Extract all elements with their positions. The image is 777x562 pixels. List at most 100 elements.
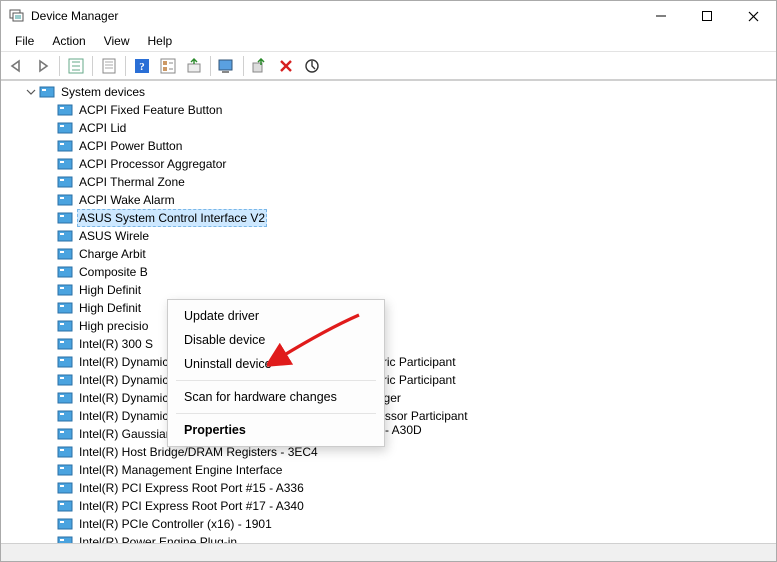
expand-collapse-icon[interactable]: [25, 86, 37, 98]
tree-device-label: Intel(R) PCI Express Root Port #17 - A34…: [77, 497, 306, 515]
truncated-row-suffix: - A30D: [385, 423, 422, 437]
device-icon: [57, 174, 73, 190]
context-menu: Update driver Disable device Uninstall d…: [167, 299, 385, 447]
tree-device-item[interactable]: Intel(R) Host Bridge/DRAM Registers - 3E…: [45, 443, 776, 461]
device-icon: [57, 300, 73, 316]
category-icon: [39, 84, 55, 100]
tree-device-label: High precisio: [77, 317, 150, 335]
tree-device-item[interactable]: Charge Arbit: [45, 245, 776, 263]
tree-device-item[interactable]: ASUS Wirele: [45, 227, 776, 245]
tree-device-label: Intel(R) 300 S: [77, 335, 155, 353]
show-hide-tree-button[interactable]: [64, 54, 88, 78]
tree-device-item[interactable]: ACPI Processor Aggregator: [45, 155, 776, 173]
forward-button[interactable]: [31, 54, 55, 78]
disable-device-button[interactable]: [300, 54, 324, 78]
device-list-button[interactable]: [156, 54, 180, 78]
tree-device-item[interactable]: Intel(R) Power Engine Plug-in: [45, 533, 776, 543]
tree-device-item[interactable]: ACPI Lid: [45, 119, 776, 137]
device-icon: [57, 120, 73, 136]
tree-device-label: Charge Arbit: [77, 245, 148, 263]
maximize-button[interactable]: [684, 1, 730, 31]
enable-device-button[interactable]: [248, 54, 272, 78]
tree-device-label: ACPI Lid: [77, 119, 128, 137]
app-icon: [9, 8, 25, 24]
statusbar: [1, 543, 776, 561]
ctx-properties[interactable]: Properties: [168, 418, 384, 442]
device-icon: [57, 156, 73, 172]
menubar: File Action View Help: [1, 31, 776, 51]
tree-device-item[interactable]: Intel(R) Management Engine Interface: [45, 461, 776, 479]
help-button[interactable]: ?: [130, 54, 154, 78]
device-icon: [57, 138, 73, 154]
device-icon: [57, 480, 73, 496]
uninstall-device-button[interactable]: [274, 54, 298, 78]
titlebar: Device Manager: [1, 1, 776, 31]
tree-device-item[interactable]: ACPI Fixed Feature Button: [45, 101, 776, 119]
ctx-uninstall-device[interactable]: Uninstall device: [168, 352, 384, 376]
tree-device-item[interactable]: Intel(R) 300 S: [45, 335, 776, 353]
window-title: Device Manager: [31, 9, 638, 23]
tree-device-item[interactable]: Intel(R) Dynamic Platform and Thermal Fr…: [45, 389, 776, 407]
menu-action[interactable]: Action: [44, 33, 93, 49]
tree-device-item[interactable]: ACPI Thermal Zone: [45, 173, 776, 191]
menu-view[interactable]: View: [96, 33, 138, 49]
back-button[interactable]: [5, 54, 29, 78]
tree-category-label: System devices: [59, 83, 147, 101]
ctx-update-driver[interactable]: Update driver: [168, 304, 384, 328]
update-driver-button[interactable]: [182, 54, 206, 78]
device-icon: [57, 426, 73, 442]
ctx-scan-hardware[interactable]: Scan for hardware changes: [168, 385, 384, 409]
properties-sheet-button[interactable]: [97, 54, 121, 78]
tree-device-item[interactable]: Intel(R) PCI Express Root Port #15 - A33…: [45, 479, 776, 497]
tree-device-label: Intel(R) Management Engine Interface: [77, 461, 284, 479]
menu-file[interactable]: File: [7, 33, 42, 49]
tree-device-item[interactable]: Composite B: [45, 263, 776, 281]
tree-device-label: Composite B: [77, 263, 150, 281]
tree-device-label: High Definit: [77, 299, 143, 317]
device-icon: [57, 372, 73, 388]
device-icon: [57, 228, 73, 244]
tree-scroll[interactable]: System devices ACPI Fixed Feature Button…: [1, 81, 776, 543]
tree-category-system-devices[interactable]: System devices: [25, 83, 776, 101]
tree-device-item[interactable]: ACPI Power Button: [45, 137, 776, 155]
tree-device-item[interactable]: ACPI Wake Alarm: [45, 191, 776, 209]
ctx-disable-device[interactable]: Disable device: [168, 328, 384, 352]
ctx-separator: [176, 380, 376, 381]
tree-device-label: Intel(R) PCIe Controller (x16) - 1901: [77, 515, 274, 533]
tree-device-label: ACPI Thermal Zone: [77, 173, 187, 191]
tree-device-label: Intel(R) PCI Express Root Port #15 - A33…: [77, 479, 306, 497]
ctx-separator: [176, 413, 376, 414]
scan-hardware-button[interactable]: [215, 54, 239, 78]
menu-help[interactable]: Help: [140, 33, 181, 49]
window-controls: [638, 1, 776, 31]
tree-device-item[interactable]: Intel(R) PCI Express Root Port #17 - A34…: [45, 497, 776, 515]
minimize-button[interactable]: [638, 1, 684, 31]
tree-device-label: ACPI Wake Alarm: [77, 191, 177, 209]
device-icon: [57, 210, 73, 226]
device-icon: [57, 534, 73, 543]
tree-panel: System devices ACPI Fixed Feature Button…: [1, 80, 776, 543]
device-icon: [57, 516, 73, 532]
tree-device-item[interactable]: Intel(R) PCIe Controller (x16) - 1901: [45, 515, 776, 533]
tree-device-label: ASUS Wirele: [77, 227, 151, 245]
toolbar: ?: [1, 52, 776, 80]
tree-device-item[interactable]: Intel(R) Dynamic Platform and Thermal Fr…: [45, 353, 776, 371]
close-button[interactable]: [730, 1, 776, 31]
device-icon: [57, 192, 73, 208]
tree-device-item[interactable]: High Definit: [45, 299, 776, 317]
device-icon: [57, 336, 73, 352]
tree-device-item[interactable]: High Definit: [45, 281, 776, 299]
tree-device-label: ACPI Fixed Feature Button: [77, 101, 224, 119]
device-icon: [57, 390, 73, 406]
svg-text:?: ?: [139, 61, 145, 73]
tree-device-item[interactable]: Intel(R) Dynamic Platform and Thermal Fr…: [45, 371, 776, 389]
device-icon: [57, 498, 73, 514]
tree-device-item[interactable]: ASUS System Control Interface V2: [45, 209, 776, 227]
tree-device-label: High Definit: [77, 281, 143, 299]
device-icon: [57, 282, 73, 298]
tree-device-label: ACPI Power Button: [77, 137, 184, 155]
tree-device-item[interactable]: High precisio: [45, 317, 776, 335]
device-icon: [57, 462, 73, 478]
device-manager-window: Device Manager File Action View Help: [0, 0, 777, 562]
device-icon: [57, 246, 73, 262]
